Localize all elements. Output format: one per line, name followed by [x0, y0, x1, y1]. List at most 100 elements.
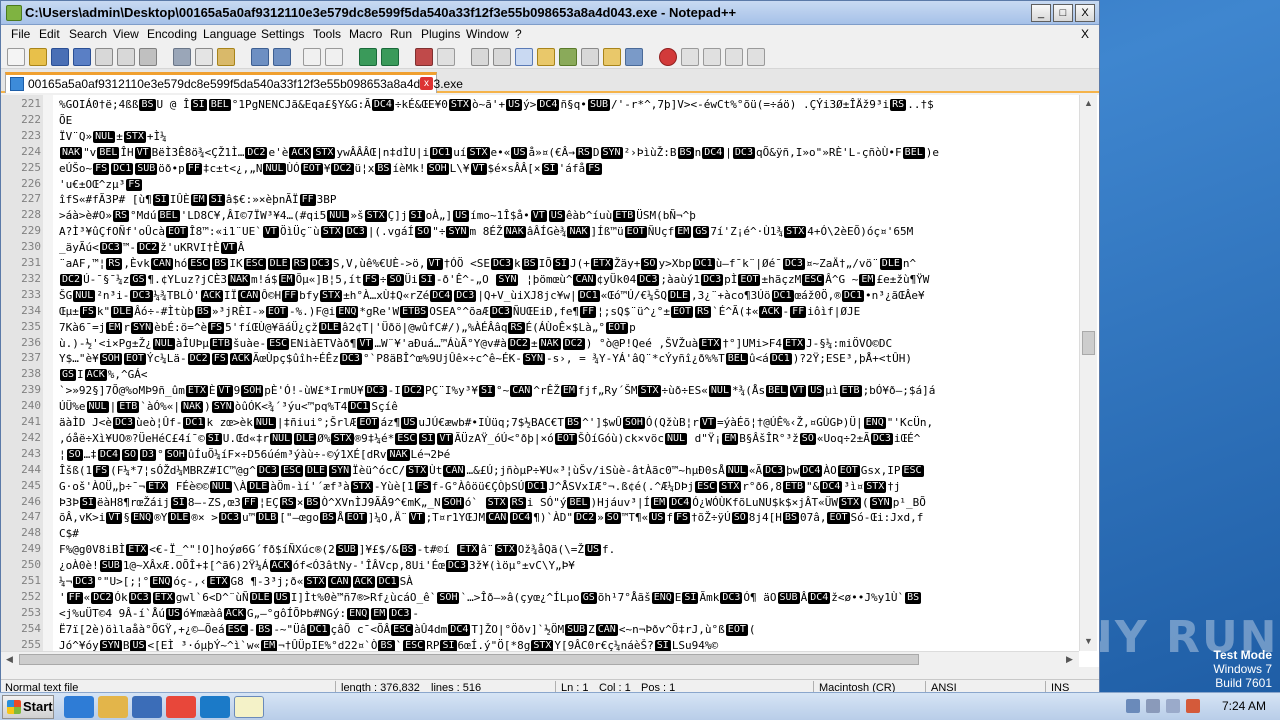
code-line[interactable]: ÏV¨Q» NUL ± STX +Ì¼	[59, 129, 1079, 144]
code-line[interactable]: 7Kà6¯=j EM r SYN èbÉ:ö=^è FS 5'fíŒÙ@¥ãáÜ¿çž DLE…	[59, 320, 1079, 335]
close-button[interactable]: X	[1075, 4, 1095, 22]
menu-view[interactable]: View	[113, 27, 139, 41]
code-line[interactable]: ,óåë÷Xì¥UO®?ÜeHéC£4í¯© SI U.Œd«‡r NUL DLE Ø% S…	[59, 431, 1079, 446]
show-all-chars-icon[interactable]	[493, 48, 511, 66]
scroll-up-arrow-icon[interactable]: ▲	[1080, 95, 1097, 112]
explorer-icon[interactable]	[98, 696, 128, 718]
menu-run[interactable]: Run	[390, 27, 412, 41]
code-line[interactable]: ' FF «DC2 Ók DC3 ETX gwl`6<D^¨ùÑ DLE US I]Ìt%0è™ñ…	[59, 590, 1079, 605]
paste-icon[interactable]	[217, 48, 235, 66]
cut-icon[interactable]	[173, 48, 191, 66]
code-line[interactable]: eÚŠo~ FS DC1 SUB öð•p FF ‡c±t<¿,„N NUL ÙÓ EOT ¥ DC2…	[59, 161, 1079, 176]
clock[interactable]: 7:24 AM	[1222, 699, 1266, 713]
tray-volume-icon[interactable]	[1166, 699, 1180, 713]
indent-guide-icon[interactable]	[515, 48, 533, 66]
stop-macro-icon[interactable]	[681, 48, 699, 66]
tab-document[interactable]: 00165a5a0af9312110e3e579dc8e599f5da540a3…	[5, 72, 463, 93]
code-line[interactable]: ¨aAF,™¦ RS ,Èvk CAN hó ESC BS IK ESC DLE RS DC3 S,V,…	[59, 256, 1079, 271]
edge-icon[interactable]	[200, 696, 230, 718]
scroll-right-arrow-icon[interactable]: ▶	[1061, 652, 1078, 667]
menu-encoding[interactable]: Encoding	[147, 27, 197, 41]
code-line[interactable]: Îšß(1 FS (F¼*7¦sÓŽd¼MBRZ#IC™@g^ DC3 ESC DLE SY…	[59, 463, 1079, 478]
editor-area[interactable]: 221 222 223 224 225 226 227 228 229 230 231 232 233 2…	[1, 95, 1099, 667]
code-line[interactable]: C$#	[59, 526, 1079, 541]
vertical-scrollbar[interactable]: ▲ ▼	[1079, 95, 1097, 651]
media-player-icon[interactable]	[132, 696, 162, 718]
code-line[interactable]: Œµ± FS k" DLE Âó÷-#Ìtùþ BS »³jRÈI-» EOT -%.)F@i E…	[59, 304, 1079, 319]
function-list-icon[interactable]	[581, 48, 599, 66]
tray-network-icon[interactable]	[1146, 699, 1160, 713]
title-bar[interactable]: C:\Users\admin\Desktop\00165a5a0af931211…	[1, 1, 1099, 25]
word-wrap-icon[interactable]	[471, 48, 489, 66]
menu-settings[interactable]: Settings	[261, 27, 304, 41]
code-line[interactable]: 'u€±OŒ^zµ³ FS	[59, 177, 1079, 192]
find-icon[interactable]	[303, 48, 321, 66]
code-line[interactable]: F%@g0V8iBÌ ETX <€-Ï_^"!O]hoýø6G´fð$íÑXúc®(…	[59, 542, 1079, 557]
maximize-button[interactable]: □	[1053, 4, 1073, 22]
save-macro-icon[interactable]	[747, 48, 765, 66]
code-line[interactable]: <j%uÜT©4 9Â-í`Åú US ó¥mæàâ ACK G„—°gôÍÕÞb#NG…	[59, 606, 1079, 621]
chrome-icon[interactable]	[166, 696, 196, 718]
code-line[interactable]: G·oš'ÀOÜ„þ÷¯¬ ETX FÉè©© NUL \À DLE àÖm-ìí'´æf…	[59, 479, 1079, 494]
print-icon[interactable]	[139, 48, 157, 66]
menu-window[interactable]: Window	[466, 27, 509, 41]
menu-language[interactable]: Language	[203, 27, 256, 41]
menu-search[interactable]: Search	[69, 27, 107, 41]
code-line[interactable]: Ë7ï[2è)öìlaåà°ÕGŸ,+¿©—Õeá ESC - BS -~"Üâ DC1 ç…	[59, 622, 1079, 637]
code-line[interactable]: äàÌD J<è DC3 ùeò¦Ûf- DC1 k zœ>èk NUL |‡ñiui°;Š…	[59, 415, 1079, 430]
sync-vertical-icon[interactable]	[415, 48, 433, 66]
code-line[interactable]: ŠG NUL ²n³i- DC3 ¼¾TBLÒ' ACK IÏ CAN Ô©H FF bfy STX ±…	[59, 288, 1079, 303]
monitoring-icon[interactable]	[625, 48, 643, 66]
code-line[interactable]: ÚÜ%e NUL | ETB `àÓ%«| NAK) SYN òûÓK<¾´³ýu<™pq%T…	[59, 399, 1079, 414]
save-all-icon[interactable]	[73, 48, 91, 66]
close-document-button[interactable]: X	[1081, 27, 1089, 41]
code-line[interactable]: ¼¬ DC3 °"U>[;¦° ENQ óç-,‹ ETX G8 ¶-3³j;ð« STX CA…	[59, 574, 1079, 589]
close-file-icon[interactable]	[95, 48, 113, 66]
code-line[interactable]: Þ3Þ SI ëàH8¶rœŽáij SI 8—-ZS,œ3 FF ¦EÇ RS × BS Ò^XV…	[59, 495, 1079, 510]
tray-action-icon[interactable]	[1126, 699, 1140, 713]
code-line[interactable]: ÕE	[59, 113, 1079, 128]
code-line[interactable]: õÂ,vK>i VT § ENQ ®Y DLE ®× > DC3 u™ DLB ["—œgo BS Å E…	[59, 510, 1079, 525]
menu-file[interactable]: File	[11, 27, 30, 41]
doc-map-icon[interactable]	[559, 48, 577, 66]
code-line[interactable]: _äyÃú< DC3 ™- DC2 ž'uKRVI†È VT Â	[59, 240, 1079, 255]
horizontal-scroll-thumb[interactable]	[19, 654, 919, 665]
code-line[interactable]: >áà>è#O» RS °Mdú BEL 'LD8C¥,ÂI©7ÏW³¥4…(#qi5 N…	[59, 208, 1079, 223]
new-file-icon[interactable]	[7, 48, 25, 66]
code-line[interactable]: DC2 Ú-¯§¯¼z GS ¶.¢YLuz?jCÈ3 NAK m!á$ EM Õµ«]B¦5…	[59, 272, 1079, 287]
copy-icon[interactable]	[195, 48, 213, 66]
menu-edit[interactable]: Edit	[39, 27, 60, 41]
sync-horizontal-icon[interactable]	[437, 48, 455, 66]
redo-icon[interactable]	[273, 48, 291, 66]
menu-plugins[interactable]: Plugins	[421, 27, 460, 41]
save-icon[interactable]	[51, 48, 69, 66]
code-line[interactable]: Y$…"è¥ SOH EOT Ýc¼Lä- DC2 FS ACK ÃœÙpç$ûîh÷ÉÊz D…	[59, 351, 1079, 366]
open-file-icon[interactable]	[29, 48, 47, 66]
lang-icon[interactable]	[537, 48, 555, 66]
code-line[interactable]: ¿oÀ0è! SUB 1@~XÂxÆ.OÕÎ+‡[^ã6)2Ÿ¼Á ACK óf<Ó3â…	[59, 558, 1079, 573]
close-all-icon[interactable]	[117, 48, 135, 66]
record-macro-icon[interactable]	[659, 48, 677, 66]
code-line[interactable]: %GOIÁ0†ë;4ßß BS U @ Î SI BEL °1PgNENCJã&Eqa£§…	[59, 97, 1079, 112]
minimize-button[interactable]: _	[1031, 4, 1051, 22]
code-line[interactable]: GS I ACK %,^GÁ<	[59, 367, 1079, 382]
scroll-left-arrow-icon[interactable]: ◀	[1, 652, 18, 667]
zoom-in-icon[interactable]	[359, 48, 377, 66]
menu-macro[interactable]: Macro	[349, 27, 382, 41]
undo-icon[interactable]	[251, 48, 269, 66]
code-line[interactable]: îfS«#fÃ3P# [ù¶ SI IÛÈ EM SI â$€:»×èþnÃÏ FF 3BP	[59, 192, 1079, 207]
tab-close-icon[interactable]: x	[420, 77, 433, 90]
code-line[interactable]: `>»92§]7Õ@%oMÞ9ñ_ûm ETX È VT 9 SOH pÈ'Ó!-ùW£*I…	[59, 383, 1079, 398]
replace-icon[interactable]	[325, 48, 343, 66]
code-line[interactable]: ù.)-½'<i×Pg±Ž¿ NUL àÎUÞµ ETB šuàe- ESC ENiàETV…	[59, 336, 1079, 351]
menu-help[interactable]: ?	[515, 27, 522, 41]
code-line[interactable]: A?Ì³¥ûÇfOÑf'oÛcà EOT Î8™:«i1¨UE` VT ÖìÜç¨ù ST…	[59, 224, 1079, 239]
run-macro-multiple-icon[interactable]	[725, 48, 743, 66]
notepadpp-taskbar-icon[interactable]	[234, 696, 264, 718]
code-line[interactable]: NAK "v BEL ÎH VT BëÌ3Ê8ö¾<ÇŽ1Ì… DC2 e'è ACK STX yw…	[59, 145, 1079, 160]
start-button[interactable]: Start	[2, 695, 54, 719]
menu-tools[interactable]: Tools	[313, 27, 341, 41]
zoom-out-icon[interactable]	[381, 48, 399, 66]
code-line[interactable]: ¦ SO …‡ DC4 SO D3 ° SOH ûÍuÕ¼íF×÷D56úém³ýàù÷-©ý1…	[59, 447, 1079, 462]
ie-icon[interactable]	[64, 696, 94, 718]
